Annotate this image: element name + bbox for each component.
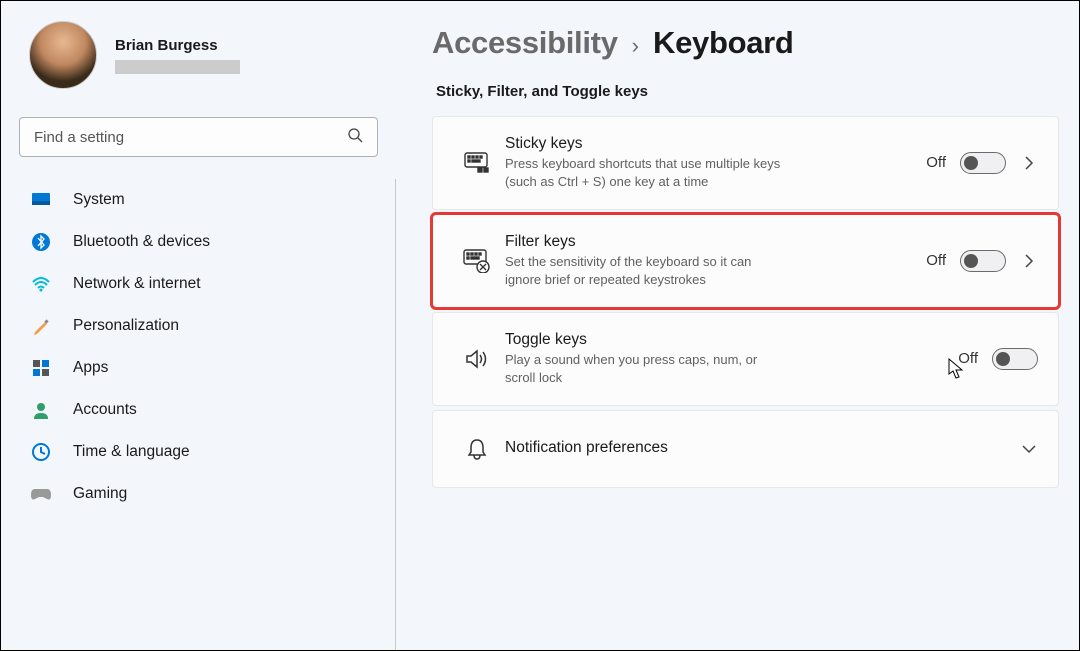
toggle-keys-toggle[interactable] bbox=[992, 348, 1038, 370]
nav-label: System bbox=[73, 191, 125, 209]
nav-label: Personalization bbox=[73, 317, 179, 335]
setting-filter-keys[interactable]: Filter keys Set the sensitivity of the k… bbox=[432, 214, 1059, 308]
keyboard-icon bbox=[453, 152, 501, 174]
sidebar: Brian Burgess System Bluetooth & devices bbox=[1, 1, 396, 650]
setting-toggle-keys[interactable]: Toggle keys Play a sound when you press … bbox=[432, 312, 1059, 406]
filter-keys-toggle[interactable] bbox=[960, 250, 1006, 272]
nav-label: Bluetooth & devices bbox=[73, 233, 210, 251]
setting-sticky-keys[interactable]: Sticky keys Press keyboard shortcuts tha… bbox=[432, 116, 1059, 210]
profile-block: Brian Burgess bbox=[1, 15, 396, 89]
sidebar-item-bluetooth[interactable]: Bluetooth & devices bbox=[1, 221, 396, 263]
gaming-icon bbox=[31, 484, 51, 504]
search-input[interactable] bbox=[34, 129, 347, 146]
card-desc: Press keyboard shortcuts that use multip… bbox=[505, 155, 785, 191]
sticky-keys-toggle[interactable] bbox=[960, 152, 1006, 174]
nav-list: System Bluetooth & devices Network & int… bbox=[1, 179, 396, 650]
bell-icon bbox=[453, 438, 501, 460]
bluetooth-icon bbox=[31, 232, 51, 252]
search-icon bbox=[347, 127, 363, 148]
sidebar-item-network[interactable]: Network & internet bbox=[1, 263, 396, 305]
breadcrumb-parent[interactable]: Accessibility bbox=[432, 25, 618, 61]
time-icon bbox=[31, 442, 51, 462]
avatar[interactable] bbox=[29, 21, 97, 89]
nav-label: Network & internet bbox=[73, 275, 201, 293]
toggle-label: Off bbox=[926, 154, 946, 171]
chevron-right-icon: › bbox=[632, 33, 639, 59]
section-title: Sticky, Filter, and Toggle keys bbox=[432, 83, 1059, 100]
sidebar-item-accounts[interactable]: Accounts bbox=[1, 389, 396, 431]
nav-label: Apps bbox=[73, 359, 108, 377]
chevron-down-icon[interactable] bbox=[1020, 444, 1038, 454]
settings-cards: Sticky keys Press keyboard shortcuts tha… bbox=[432, 116, 1059, 488]
card-title: Notification preferences bbox=[505, 439, 1020, 457]
chevron-right-icon[interactable] bbox=[1020, 253, 1038, 269]
card-desc: Set the sensitivity of the keyboard so i… bbox=[505, 253, 785, 289]
nav-label: Time & language bbox=[73, 443, 190, 461]
personalization-icon bbox=[31, 316, 51, 336]
setting-notification-prefs[interactable]: Notification preferences bbox=[432, 410, 1059, 488]
card-title: Filter keys bbox=[505, 233, 926, 251]
sidebar-item-system[interactable]: System bbox=[1, 179, 396, 221]
breadcrumb: Accessibility › Keyboard bbox=[432, 25, 1059, 61]
system-icon bbox=[31, 190, 51, 210]
sidebar-item-apps[interactable]: Apps bbox=[1, 347, 396, 389]
accounts-icon bbox=[31, 400, 51, 420]
nav-label: Gaming bbox=[73, 485, 127, 503]
card-title: Toggle keys bbox=[505, 331, 958, 349]
profile-email-redacted bbox=[115, 60, 240, 74]
card-title: Sticky keys bbox=[505, 135, 926, 153]
sidebar-item-gaming[interactable]: Gaming bbox=[1, 473, 396, 515]
chevron-right-icon[interactable] bbox=[1020, 155, 1038, 171]
toggle-label: Off bbox=[958, 350, 978, 367]
apps-icon bbox=[31, 358, 51, 378]
sidebar-item-time[interactable]: Time & language bbox=[1, 431, 396, 473]
card-desc: Play a sound when you press caps, num, o… bbox=[505, 351, 785, 387]
network-icon bbox=[31, 274, 51, 294]
main-panel: Accessibility › Keyboard Sticky, Filter,… bbox=[396, 1, 1079, 650]
sound-icon bbox=[453, 349, 501, 369]
keyboard-filter-icon bbox=[453, 249, 501, 273]
toggle-label: Off bbox=[926, 252, 946, 269]
breadcrumb-current: Keyboard bbox=[653, 25, 794, 61]
nav-label: Accounts bbox=[73, 401, 137, 419]
search-box[interactable] bbox=[19, 117, 378, 157]
profile-name[interactable]: Brian Burgess bbox=[115, 36, 240, 56]
sidebar-item-personalization[interactable]: Personalization bbox=[1, 305, 396, 347]
